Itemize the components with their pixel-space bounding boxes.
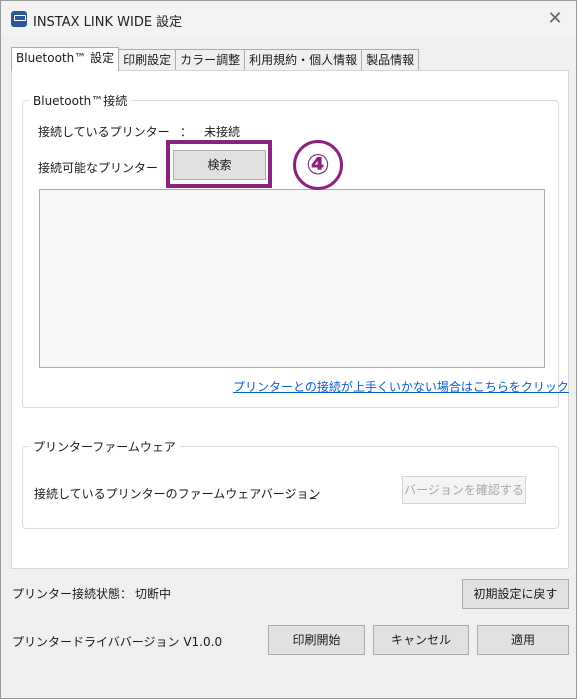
tab-bluetooth-settings[interactable]: Bluetooth™ 設定 — [11, 47, 120, 71]
firmware-version-value: _ — [310, 485, 316, 499]
firmware-version-separator: ： — [287, 487, 300, 501]
tab-terms-privacy[interactable]: 利用規約・個人情報 — [244, 49, 363, 70]
window-title: INSTAX LINK WIDE 設定 — [33, 15, 183, 30]
available-printers-list[interactable] — [39, 189, 545, 368]
connected-printer-value: 未接続 — [204, 125, 241, 139]
tab-product-info[interactable]: 製品情報 — [361, 49, 420, 70]
printer-app-icon — [11, 11, 27, 27]
search-button-highlight — [166, 140, 272, 188]
check-version-button[interactable]: バージョンを確認する — [402, 476, 526, 504]
cancel-button[interactable]: キャンセル — [373, 625, 469, 655]
connection-status-label: プリンター接続状態： — [12, 587, 133, 601]
firmware-group-title: プリンターファームウェア — [29, 438, 180, 455]
reset-defaults-button[interactable]: 初期設定に戻す — [462, 579, 569, 609]
tab-strip: Bluetooth™ 設定 印刷設定 カラー調整 利用規約・個人情報 製品情報 — [11, 47, 420, 71]
connection-status-value: 切断中 — [135, 587, 172, 601]
tab-color-adjustment[interactable]: カラー調整 — [175, 49, 246, 70]
tab-print-settings[interactable]: 印刷設定 — [118, 49, 177, 70]
available-printers-label: 接続可能なプリンター — [38, 161, 159, 175]
step-number-badge: ④ — [293, 140, 343, 190]
settings-window: INSTAX LINK WIDE 設定 ✕ Bluetooth™ 設定 印刷設定… — [0, 0, 577, 699]
bluetooth-connection-group: Bluetooth™接続 接続しているプリンター ： 未接続 接続可能なプリンタ… — [22, 92, 569, 408]
bluetooth-group-title: Bluetooth™接続 — [29, 92, 132, 109]
driver-version-label: プリンタードライババージョン V1.0.0 — [12, 635, 223, 649]
apply-button[interactable]: 適用 — [477, 625, 569, 655]
connected-printer-separator: ： — [180, 125, 193, 139]
print-start-button[interactable]: 印刷開始 — [268, 625, 365, 655]
connection-help-link[interactable]: プリンターとの接続が上手くいかない場合はこちらをクリック — [233, 378, 569, 395]
firmware-group: プリンターファームウェア 接続しているプリンターのファームウェアバージョン ： … — [22, 438, 559, 529]
connected-printer-label: 接続しているプリンター — [38, 125, 170, 139]
title-bar: INSTAX LINK WIDE 設定 ✕ — [1, 1, 576, 37]
close-icon[interactable]: ✕ — [540, 7, 570, 31]
firmware-version-label: 接続しているプリンターのファームウェアバージョン — [34, 487, 321, 501]
bluetooth-settings-panel: Bluetooth™接続 接続しているプリンター ： 未接続 接続可能なプリンタ… — [11, 70, 569, 569]
